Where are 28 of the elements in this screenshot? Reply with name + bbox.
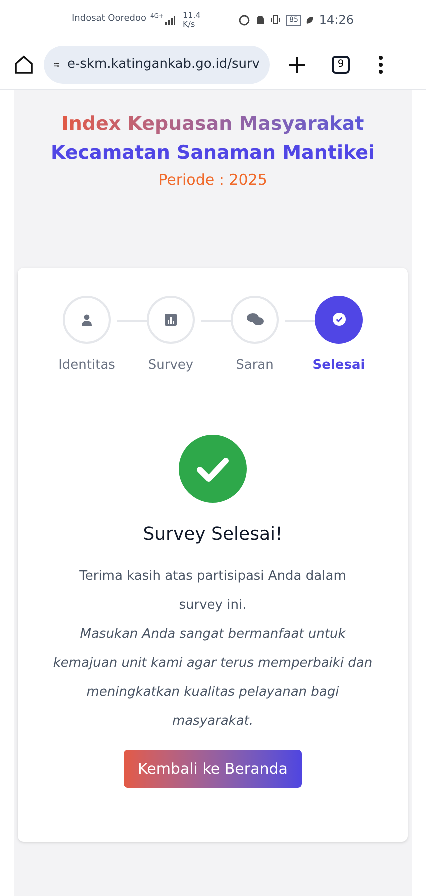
menu-icon[interactable] xyxy=(379,56,383,74)
step-label: Selesai xyxy=(312,356,366,374)
url-text: e-skm.katingankab.go.id/surv xyxy=(67,56,260,74)
clock-time: 14:26 xyxy=(319,12,354,29)
carrier-name: Indosat Ooredoo xyxy=(72,13,147,26)
tab-count-button[interactable]: 9 xyxy=(332,56,350,74)
step-label: Survey xyxy=(148,356,194,374)
check-circle-icon xyxy=(332,313,346,326)
leaf-icon xyxy=(306,16,314,24)
thank-you-message: Terima kasih atas partisipasi Anda dalam survey ini. xyxy=(78,568,348,615)
back-home-button[interactable]: Kembali ke Beranda xyxy=(124,750,302,788)
address-bar[interactable]: e-skm.katingankab.go.id/surv xyxy=(44,46,270,84)
vibrate-icon xyxy=(271,15,282,25)
district-name: Kecamatan Sanaman Mantikei xyxy=(50,140,375,166)
network-speed: 11.4 xyxy=(183,11,201,20)
signal-icon xyxy=(165,16,176,24)
home-icon[interactable] xyxy=(14,54,34,74)
feedback-note: Masukan Anda sangat bermanfaat untuk kemajuan unit kami agar terus memperbaiki dan meningkatkan kualitas pelayanan bagi masyarakat. xyxy=(53,626,373,731)
success-check-icon xyxy=(179,435,247,503)
speed-unit: K/s xyxy=(183,20,196,29)
plus-icon[interactable] xyxy=(288,56,306,74)
step-label: Saran xyxy=(236,356,274,374)
result-title: Survey Selesai! xyxy=(143,523,283,547)
period-text: Periode : 2025 xyxy=(158,170,268,191)
step-label: Identitas xyxy=(58,356,116,374)
chart-icon xyxy=(165,314,177,326)
chat-icon xyxy=(246,313,264,326)
person-icon xyxy=(81,314,93,326)
